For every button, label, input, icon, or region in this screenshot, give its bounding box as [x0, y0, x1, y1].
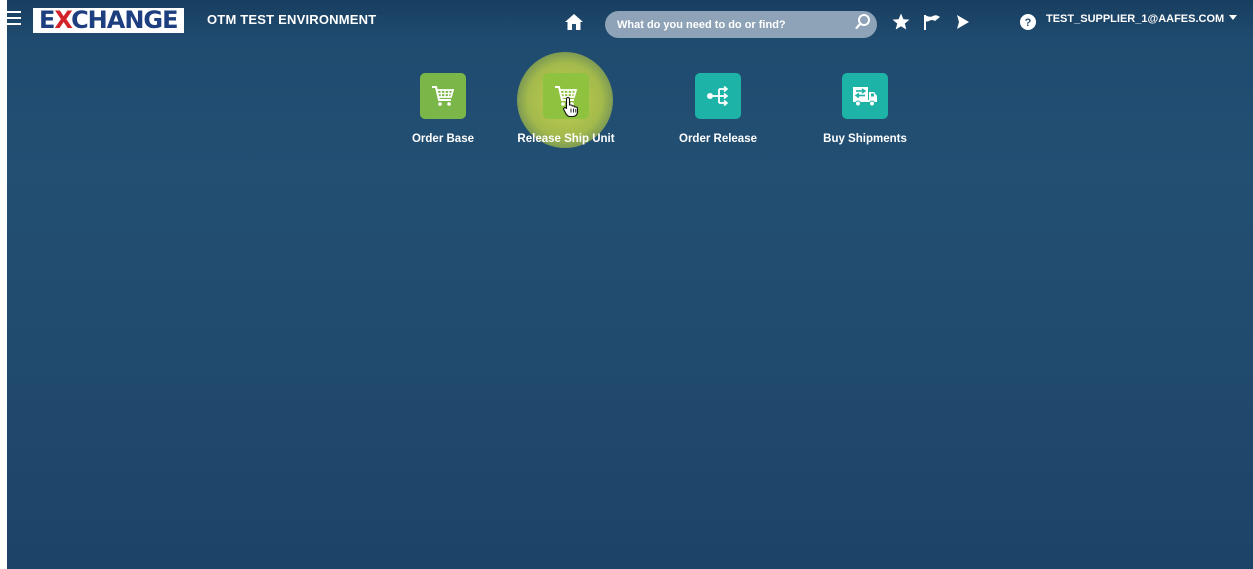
logo-letters-change: CHANGE: [71, 6, 178, 34]
search-icon[interactable]: [854, 13, 872, 31]
order-release-icon: [695, 73, 741, 119]
logo-letter-e: E: [39, 6, 55, 34]
menu-bar: [7, 17, 21, 19]
truck-icon: [842, 73, 888, 119]
cart-icon: [420, 73, 466, 119]
exchange-logo[interactable]: EXCHANGE: [33, 8, 184, 33]
environment-title: OTM TEST ENVIRONMENT: [207, 12, 377, 27]
tile-label: Release Ship Unit: [517, 133, 615, 145]
menu-bar: [7, 11, 21, 13]
logo-letter-x: X: [54, 6, 72, 34]
svg-text:?: ?: [1025, 17, 1032, 29]
top-header: EXCHANGE OTM TEST ENVIRONMENT What do yo…: [7, 0, 1253, 40]
flag-icon[interactable]: [922, 12, 942, 32]
search-input[interactable]: [617, 16, 837, 34]
home-icon[interactable]: [564, 12, 584, 32]
tile-label: Order Base: [411, 133, 474, 145]
app-window: EXCHANGE OTM TEST ENVIRONMENT What do yo…: [7, 0, 1253, 569]
star-icon[interactable]: [891, 12, 911, 32]
menu-bar: [7, 23, 21, 25]
pointer-hand-icon: [562, 96, 580, 118]
tile-label: Buy Shipments: [823, 133, 907, 145]
bell-icon[interactable]: [953, 12, 973, 32]
user-label: TEST_SUPPLIER_1@AAFES.COM: [1046, 13, 1225, 25]
tile-label: Order Release: [679, 133, 757, 145]
tile-order-release[interactable]: Order Release: [662, 73, 772, 153]
tile-order-base[interactable]: Order Base: [387, 73, 497, 153]
user-menu[interactable]: TEST_SUPPLIER_1@AAFES.COM: [1046, 13, 1238, 25]
chevron-down-icon: [1229, 15, 1238, 20]
search-box[interactable]: [605, 11, 877, 38]
logo-text: EXCHANGE: [39, 6, 179, 34]
help-icon[interactable]: ?: [1018, 12, 1038, 32]
tile-buy-shipments[interactable]: Buy Shipments: [809, 73, 919, 153]
menu-icon[interactable]: [7, 11, 21, 25]
